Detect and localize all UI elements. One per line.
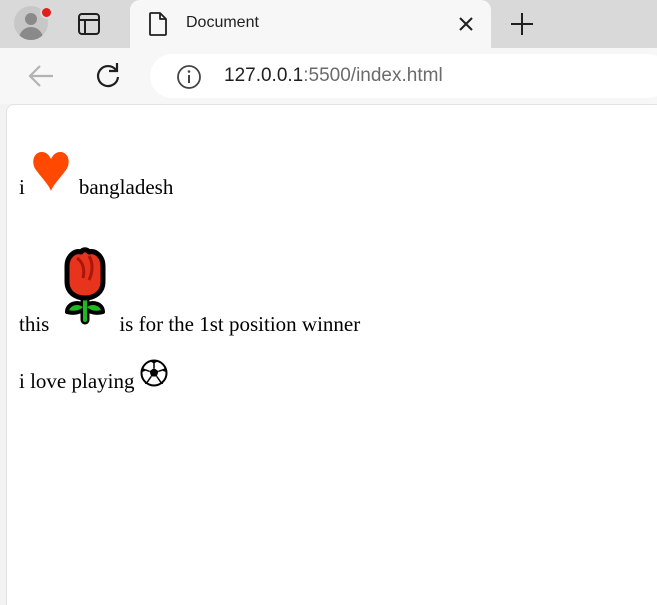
- plus-icon: [511, 13, 533, 35]
- rose-icon: [59, 246, 111, 336]
- url-path: :5500/index.html: [303, 65, 443, 86]
- tab-close-button[interactable]: [456, 14, 476, 34]
- tab-actions-icon: [78, 13, 100, 35]
- line-bangladesh: i bangladesh: [19, 149, 173, 199]
- page-viewport: i bangladesh this is for the 1st positio…: [6, 104, 657, 605]
- line2-after: is for the 1st position winner: [119, 312, 361, 336]
- page-icon: [148, 12, 168, 41]
- back-button[interactable]: [26, 62, 56, 90]
- heart-icon: [31, 149, 71, 199]
- soccer-ball-icon: [140, 359, 168, 393]
- line3-before: i love playing: [19, 369, 135, 393]
- browser-toolbar: 127.0.0.1:5500/index.html: [0, 48, 657, 104]
- active-tab[interactable]: Document: [130, 0, 491, 48]
- tab-actions-button[interactable]: [76, 12, 102, 36]
- arrow-left-icon: [28, 65, 53, 87]
- profile-notification-badge: [40, 6, 53, 19]
- line1-before: i: [19, 175, 25, 199]
- close-icon: [459, 17, 473, 31]
- reload-button[interactable]: [92, 60, 124, 92]
- url-text[interactable]: 127.0.0.1:5500/index.html: [224, 65, 443, 87]
- line2-before: this: [19, 312, 50, 336]
- tab-title: Document: [186, 14, 259, 31]
- reload-icon: [96, 63, 120, 88]
- profile-shoulders-shape: [19, 27, 43, 40]
- address-bar[interactable]: 127.0.0.1:5500/index.html: [150, 54, 657, 98]
- line-playing: i love playing: [19, 359, 168, 393]
- tab-strip: Document: [0, 0, 657, 48]
- url-host: 127.0.0.1: [224, 65, 304, 86]
- profile-head-shape: [25, 13, 37, 25]
- new-tab-button[interactable]: [508, 10, 536, 38]
- line1-after: bangladesh: [78, 175, 174, 199]
- info-icon[interactable]: [176, 64, 202, 95]
- line-rose: this is for the 1st position winner: [19, 246, 360, 336]
